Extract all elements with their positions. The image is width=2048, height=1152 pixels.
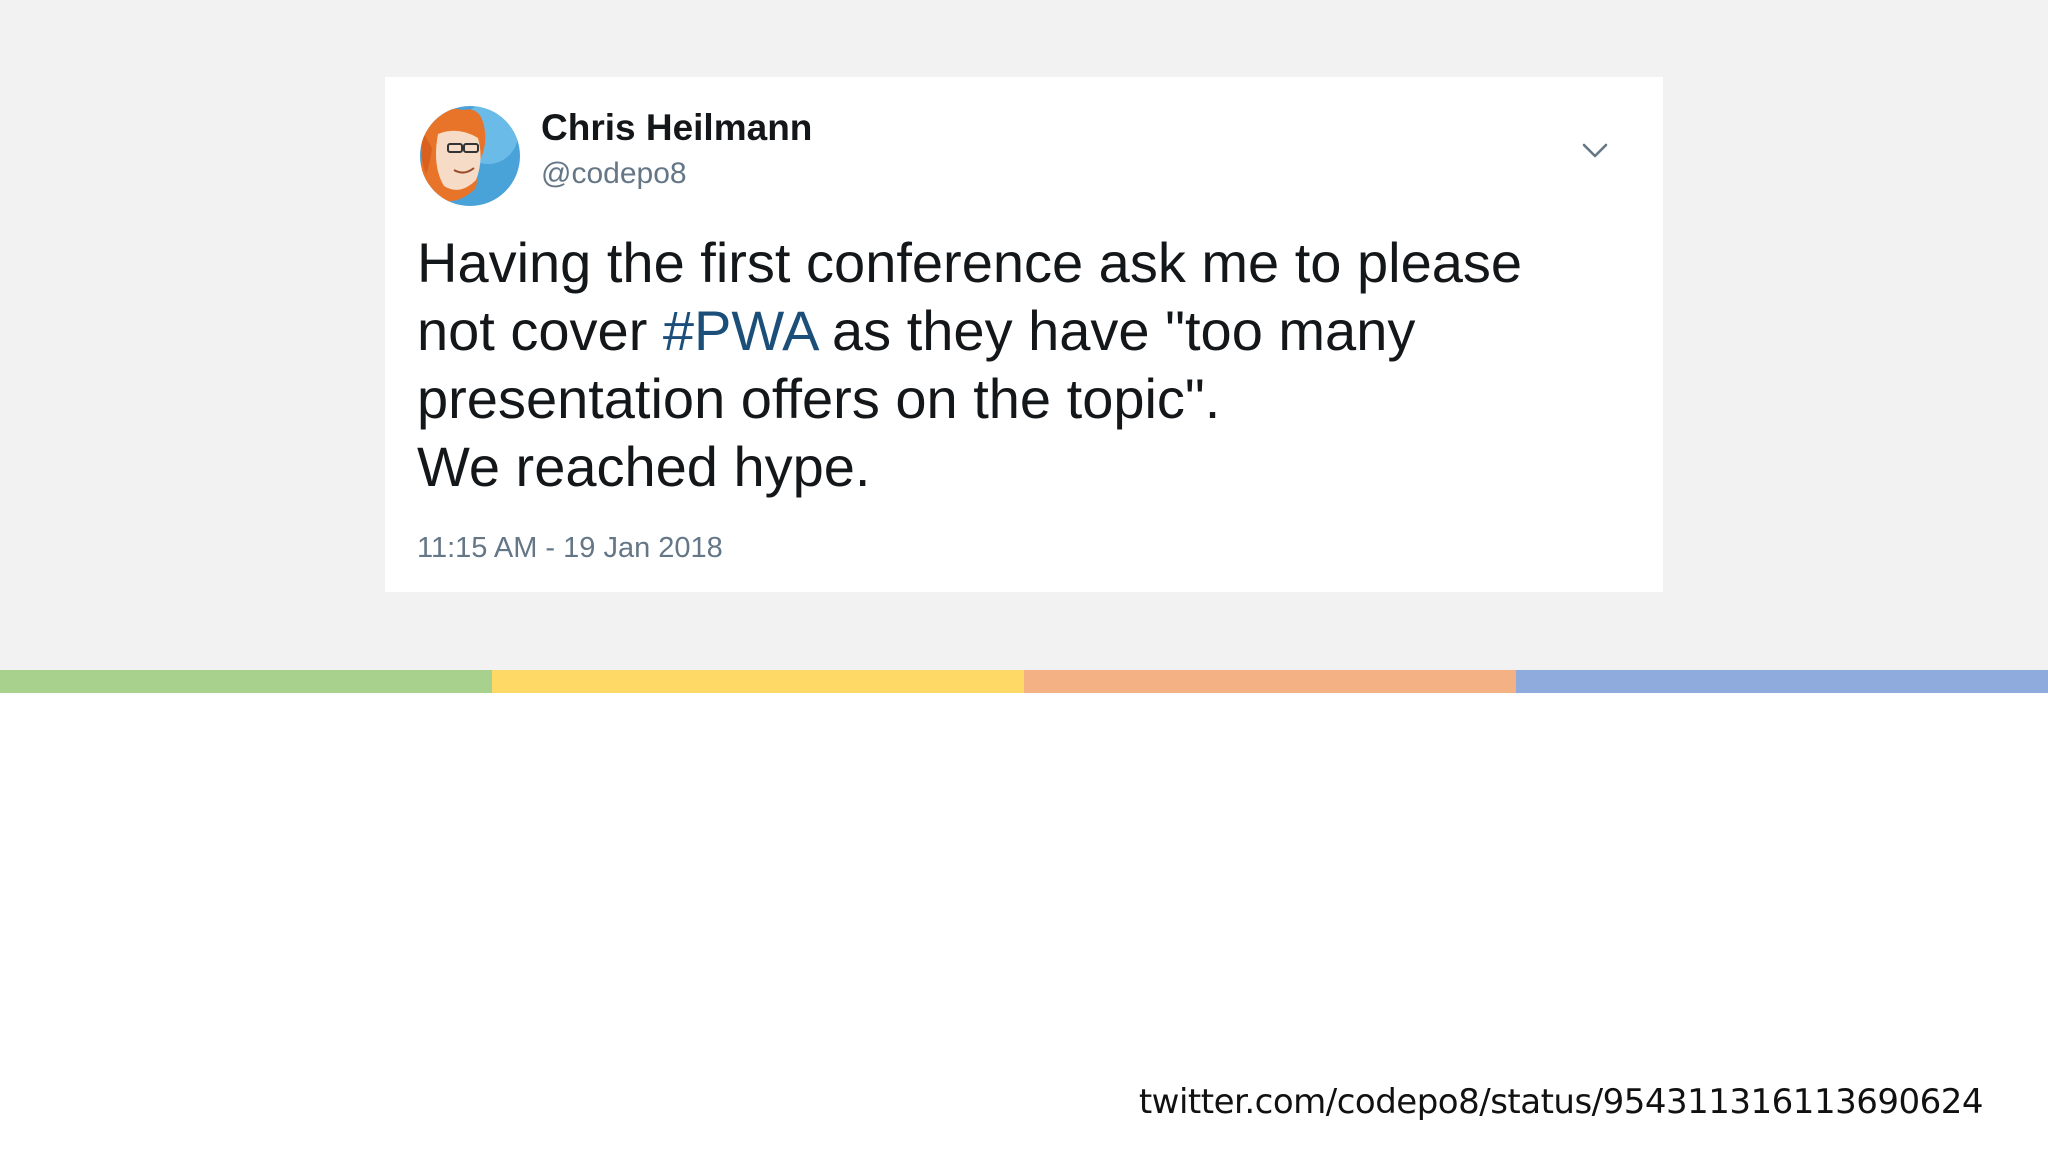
tweet-text: Having the first conference ask me to pl… [417,229,1637,501]
stripe-yellow [492,670,1024,693]
tweet-text-line1: Having the first conference ask me to pl… [417,231,1523,294]
chevron-down-icon[interactable] [1580,135,1610,165]
stripe-green [0,670,492,693]
stripe-orange [1024,670,1516,693]
tweet-text-line4: We reached hype. [417,435,871,498]
tweet-timestamp[interactable]: 11:15 AM - 19 Jan 2018 [417,532,723,565]
stripe-blue [1516,670,2048,693]
tweet-text-line3: presentation offers on the topic". [417,367,1221,430]
color-stripe [0,670,2048,693]
hashtag-link[interactable]: #PWA [663,299,817,362]
author-name[interactable]: Chris Heilmann [541,107,812,149]
tweet-text-line2-prefix: not cover [417,299,663,362]
avatar[interactable] [418,104,522,208]
author-handle[interactable]: @codepo8 [541,157,687,191]
source-url: twitter.com/codepo8/status/9543113161136… [1138,1082,1984,1122]
slide: Chris Heilmann @codepo8 Having the first… [0,0,2048,1152]
tweet-card: Chris Heilmann @codepo8 Having the first… [385,77,1663,592]
tweet-text-line2-suffix: as they have "too many [816,299,1416,362]
